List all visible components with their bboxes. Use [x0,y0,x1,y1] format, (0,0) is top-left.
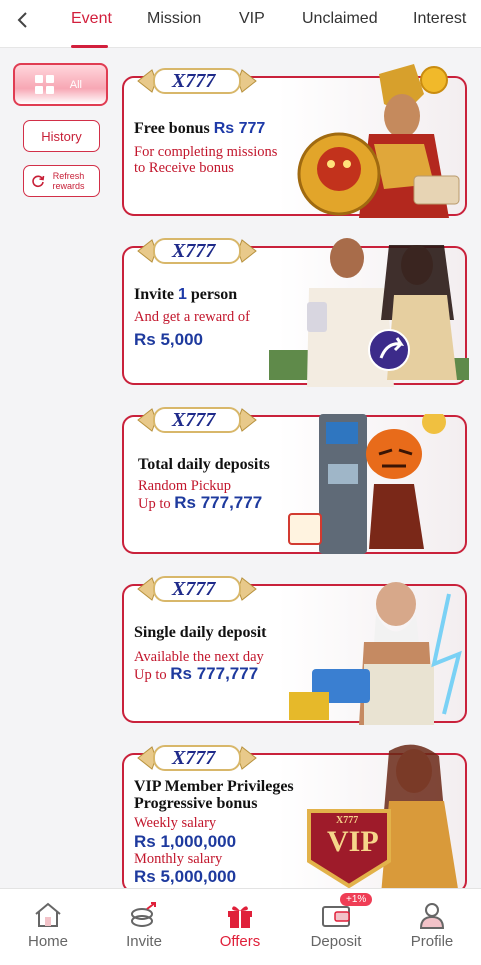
brand-logo-text: X777 [172,747,216,769]
refresh-rewards-label: Refresh rewards [52,171,85,191]
card-subtitle: For completing missions [134,144,278,160]
filter-all-button[interactable]: All [13,63,108,106]
history-button[interactable]: History [23,120,100,152]
reward-amount: Rs 777,777 [174,493,263,512]
promo-card-vip-privileges[interactable]: X777 VIP Member Privileges Progressive b… [122,744,467,895]
promo-card-total-daily-deposits[interactable]: X777 Total daily deposits Random Pickup … [122,407,467,554]
active-tab-indicator [71,45,108,48]
vip-badge-text: VIP [327,825,379,858]
tab-event[interactable]: Event [71,10,112,28]
brand-logo-text: X777 [172,240,216,262]
vip-queen-illustration [307,744,459,895]
nav-profile[interactable]: Profile [392,889,472,965]
card-subtitle: Random Pickup [138,478,232,494]
nav-deposit-label: Deposit [310,933,362,950]
back-arrow-icon[interactable] [10,8,34,32]
ambassadors-illustration [269,238,469,387]
card-subtitle: to Receive bonus [134,160,234,176]
refresh-icon [32,175,45,188]
card-title: Total daily deposits [138,456,270,473]
brand-logo-text: X777 [172,578,216,600]
reward-amount: Rs 1,000,000 [134,832,237,851]
card-subtitle: Up to Rs 777,777 [134,664,259,683]
promo-card-free-bonus[interactable]: X777 Free bonus Rs 777 For completing mi… [122,64,467,218]
promo-card-single-daily-deposit[interactable]: X777 Single daily deposit Available the … [122,576,467,725]
profile-icon [419,903,445,929]
promo-card-invite[interactable]: X777 Invite 1 person And get a reward of… [122,238,469,387]
nav-home-label: Home [27,933,68,950]
tab-interest[interactable]: Interest [413,10,466,28]
card-title: Progressive bonus [134,795,258,812]
refresh-rewards-button[interactable]: Refresh rewards [23,165,100,197]
brand-logo-text: X777 [172,409,216,431]
card-subtitle: Up to Rs 777,777 [138,493,263,512]
bottom-navigation: Home Invite Offers +1% Deposit Profile [0,888,481,965]
invite-icon [131,902,156,927]
reward-amount: Rs 5,000 [134,330,203,349]
card-subtitle: Weekly salary [134,815,217,831]
card-title: Free bonus Rs 777 [134,120,266,137]
nav-invite-label: Invite [126,933,162,950]
home-icon [35,902,61,927]
grid-icon [35,75,55,95]
card-subtitle: Monthly salary [134,851,223,867]
reward-amount: Rs 5,000,000 [134,867,237,886]
nav-deposit[interactable]: +1% Deposit [296,889,376,965]
brand-logo-text: X777 [172,70,216,92]
goddess-illustration [297,64,460,218]
atm-pumpkin-illustration [288,414,446,554]
deposit-bonus-badge: +1% [340,893,373,906]
zeus-illustration [289,582,462,725]
nav-home[interactable]: Home [8,889,88,965]
card-title: Single daily deposit [134,624,267,641]
filter-all-label: All [69,78,82,91]
nav-offers[interactable]: Offers [200,889,280,965]
tab-mission[interactable]: Mission [147,10,201,28]
tab-unclaimed[interactable]: Unclaimed [302,10,378,28]
card-title: Invite 1 person [134,286,238,303]
nav-invite[interactable]: Invite [104,889,184,965]
reward-amount: Rs 777,777 [170,664,259,683]
top-tab-bar: Event Mission VIP Unclaimed Interest [0,0,481,48]
card-subtitle: Available the next day [134,649,264,665]
tab-vip[interactable]: VIP [239,10,265,28]
card-title: VIP Member Privileges [134,778,294,795]
gift-icon [228,906,252,928]
nav-offers-label: Offers [219,933,261,950]
card-subtitle: And get a reward of [134,309,250,325]
nav-profile-label: Profile [410,933,454,950]
